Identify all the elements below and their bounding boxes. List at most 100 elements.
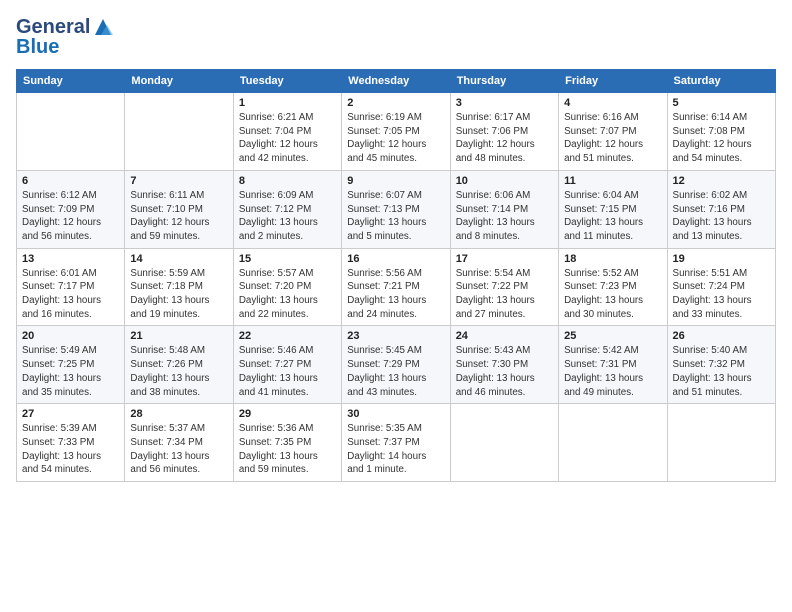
day-number: 30 bbox=[347, 408, 444, 420]
day-number: 9 bbox=[347, 175, 444, 187]
calendar-cell: 30 Sunrise: 5:35 AM Sunset: 7:37 PM Dayli… bbox=[342, 404, 450, 482]
calendar-cell: 12 Sunrise: 6:02 AM Sunset: 7:16 PM Dayli… bbox=[667, 170, 775, 248]
day-info: Sunrise: 5:48 AM Sunset: 7:26 PM Dayligh… bbox=[130, 344, 227, 399]
calendar-cell: 17 Sunrise: 5:54 AM Sunset: 7:22 PM Dayli… bbox=[450, 248, 558, 326]
calendar-week-5: 27Sunrise: 5:39 AM Sunset: 7:33 PM Dayli… bbox=[17, 404, 776, 482]
calendar-week-4: 20 Sunrise: 5:49 AM Sunset: 7:25 PM Dayli… bbox=[17, 326, 776, 404]
calendar-cell: 1 Sunrise: 6:21 AM Sunset: 7:04 PM Daylig… bbox=[233, 93, 341, 171]
calendar-cell: 28 Sunrise: 5:37 AM Sunset: 7:34 PM Dayli… bbox=[125, 404, 233, 482]
calendar-week-2: 6 Sunrise: 6:12 AM Sunset: 7:09 PM Daylig… bbox=[17, 170, 776, 248]
calendar-cell bbox=[667, 404, 775, 482]
calendar-cell: 15 Sunrise: 5:57 AM Sunset: 7:20 PM Dayli… bbox=[233, 248, 341, 326]
calendar-week-1: 1 Sunrise: 6:21 AM Sunset: 7:04 PM Daylig… bbox=[17, 93, 776, 171]
day-number: 11 bbox=[564, 175, 661, 187]
day-info: Sunrise: 5:49 AM Sunset: 7:25 PM Dayligh… bbox=[22, 344, 119, 399]
day-info: Sunrise: 6:21 AM Sunset: 7:04 PM Dayligh… bbox=[239, 111, 336, 166]
day-number: 6 bbox=[22, 175, 119, 187]
weekday-header-thursday: Thursday bbox=[450, 70, 558, 93]
day-number: 12 bbox=[673, 175, 770, 187]
page: General Blue SundayMondayTuesdayWednesda… bbox=[0, 0, 792, 612]
calendar-cell: 14 Sunrise: 5:59 AM Sunset: 7:18 PM Dayli… bbox=[125, 248, 233, 326]
day-info: Sunrise: 5:35 AM Sunset: 7:37 PM Dayligh… bbox=[347, 422, 444, 477]
day-info: Sunrise: 5:51 AM Sunset: 7:24 PM Dayligh… bbox=[673, 267, 770, 322]
logo: General Blue bbox=[16, 16, 114, 59]
calendar-cell: 9 Sunrise: 6:07 AM Sunset: 7:13 PM Daylig… bbox=[342, 170, 450, 248]
day-info: Sunrise: 6:01 AM Sunset: 7:17 PM Dayligh… bbox=[22, 267, 119, 322]
calendar-cell: 2 Sunrise: 6:19 AM Sunset: 7:05 PM Daylig… bbox=[342, 93, 450, 171]
day-number: 3 bbox=[456, 97, 553, 109]
day-number: 5 bbox=[673, 97, 770, 109]
calendar-cell: 16Sunrise: 5:56 AM Sunset: 7:21 PM Dayli… bbox=[342, 248, 450, 326]
calendar-cell: 18 Sunrise: 5:52 AM Sunset: 7:23 PM Dayli… bbox=[559, 248, 667, 326]
calendar-cell: 8Sunrise: 6:09 AM Sunset: 7:12 PM Daylig… bbox=[233, 170, 341, 248]
calendar-cell: 26Sunrise: 5:40 AM Sunset: 7:32 PM Dayli… bbox=[667, 326, 775, 404]
calendar-cell: 10 Sunrise: 6:06 AM Sunset: 7:14 PM Dayli… bbox=[450, 170, 558, 248]
day-number: 1 bbox=[239, 97, 336, 109]
day-info: Sunrise: 5:45 AM Sunset: 7:29 PM Dayligh… bbox=[347, 344, 444, 399]
day-info: Sunrise: 5:40 AM Sunset: 7:32 PM Dayligh… bbox=[673, 344, 770, 399]
day-number: 22 bbox=[239, 330, 336, 342]
calendar-cell: 27Sunrise: 5:39 AM Sunset: 7:33 PM Dayli… bbox=[17, 404, 125, 482]
day-number: 4 bbox=[564, 97, 661, 109]
day-number: 20 bbox=[22, 330, 119, 342]
day-info: Sunrise: 5:59 AM Sunset: 7:18 PM Dayligh… bbox=[130, 267, 227, 322]
calendar-cell: 20 Sunrise: 5:49 AM Sunset: 7:25 PM Dayli… bbox=[17, 326, 125, 404]
weekday-header-tuesday: Tuesday bbox=[233, 70, 341, 93]
day-info: Sunrise: 6:14 AM Sunset: 7:08 PM Dayligh… bbox=[673, 111, 770, 166]
calendar-cell bbox=[17, 93, 125, 171]
day-info: Sunrise: 6:19 AM Sunset: 7:05 PM Dayligh… bbox=[347, 111, 444, 166]
day-info: Sunrise: 5:56 AM Sunset: 7:21 PM Dayligh… bbox=[347, 267, 444, 322]
day-info: Sunrise: 5:43 AM Sunset: 7:30 PM Dayligh… bbox=[456, 344, 553, 399]
day-number: 21 bbox=[130, 330, 227, 342]
weekday-header-saturday: Saturday bbox=[667, 70, 775, 93]
day-info: Sunrise: 6:12 AM Sunset: 7:09 PM Dayligh… bbox=[22, 189, 119, 244]
day-number: 24 bbox=[456, 330, 553, 342]
day-number: 13 bbox=[22, 253, 119, 265]
day-number: 14 bbox=[130, 253, 227, 265]
calendar-cell bbox=[450, 404, 558, 482]
header: General Blue bbox=[16, 16, 776, 59]
calendar-cell: 23 Sunrise: 5:45 AM Sunset: 7:29 PM Dayli… bbox=[342, 326, 450, 404]
weekday-header-wednesday: Wednesday bbox=[342, 70, 450, 93]
calendar-cell: 22Sunrise: 5:46 AM Sunset: 7:27 PM Dayli… bbox=[233, 326, 341, 404]
day-number: 8 bbox=[239, 175, 336, 187]
day-info: Sunrise: 6:04 AM Sunset: 7:15 PM Dayligh… bbox=[564, 189, 661, 244]
logo-blue-text: Blue bbox=[16, 36, 59, 59]
day-number: 25 bbox=[564, 330, 661, 342]
day-info: Sunrise: 5:52 AM Sunset: 7:23 PM Dayligh… bbox=[564, 267, 661, 322]
day-number: 15 bbox=[239, 253, 336, 265]
logo-icon bbox=[92, 16, 114, 38]
calendar-cell: 25 Sunrise: 5:42 AM Sunset: 7:31 PM Dayli… bbox=[559, 326, 667, 404]
day-info: Sunrise: 6:17 AM Sunset: 7:06 PM Dayligh… bbox=[456, 111, 553, 166]
day-number: 18 bbox=[564, 253, 661, 265]
calendar-cell bbox=[125, 93, 233, 171]
calendar-cell: 4 Sunrise: 6:16 AM Sunset: 7:07 PM Daylig… bbox=[559, 93, 667, 171]
weekday-header-friday: Friday bbox=[559, 70, 667, 93]
calendar-cell: 6 Sunrise: 6:12 AM Sunset: 7:09 PM Daylig… bbox=[17, 170, 125, 248]
day-number: 17 bbox=[456, 253, 553, 265]
calendar-table: SundayMondayTuesdayWednesdayThursdayFrid… bbox=[16, 69, 776, 482]
logo-general-text: General bbox=[16, 17, 90, 37]
day-number: 28 bbox=[130, 408, 227, 420]
day-number: 10 bbox=[456, 175, 553, 187]
day-info: Sunrise: 6:06 AM Sunset: 7:14 PM Dayligh… bbox=[456, 189, 553, 244]
day-info: Sunrise: 5:42 AM Sunset: 7:31 PM Dayligh… bbox=[564, 344, 661, 399]
day-info: Sunrise: 5:54 AM Sunset: 7:22 PM Dayligh… bbox=[456, 267, 553, 322]
weekday-header-sunday: Sunday bbox=[17, 70, 125, 93]
day-info: Sunrise: 6:07 AM Sunset: 7:13 PM Dayligh… bbox=[347, 189, 444, 244]
calendar-cell: 7Sunrise: 6:11 AM Sunset: 7:10 PM Daylig… bbox=[125, 170, 233, 248]
weekday-header-row: SundayMondayTuesdayWednesdayThursdayFrid… bbox=[17, 70, 776, 93]
calendar-cell: 21 Sunrise: 5:48 AM Sunset: 7:26 PM Dayli… bbox=[125, 326, 233, 404]
calendar-week-3: 13 Sunrise: 6:01 AM Sunset: 7:17 PM Dayli… bbox=[17, 248, 776, 326]
day-info: Sunrise: 6:16 AM Sunset: 7:07 PM Dayligh… bbox=[564, 111, 661, 166]
day-info: Sunrise: 5:37 AM Sunset: 7:34 PM Dayligh… bbox=[130, 422, 227, 477]
day-info: Sunrise: 5:57 AM Sunset: 7:20 PM Dayligh… bbox=[239, 267, 336, 322]
day-number: 29 bbox=[239, 408, 336, 420]
calendar-cell: 5 Sunrise: 6:14 AM Sunset: 7:08 PM Daylig… bbox=[667, 93, 775, 171]
calendar-cell: 13 Sunrise: 6:01 AM Sunset: 7:17 PM Dayli… bbox=[17, 248, 125, 326]
calendar-cell: 11 Sunrise: 6:04 AM Sunset: 7:15 PM Dayli… bbox=[559, 170, 667, 248]
day-number: 23 bbox=[347, 330, 444, 342]
calendar-cell: 19Sunrise: 5:51 AM Sunset: 7:24 PM Dayli… bbox=[667, 248, 775, 326]
day-info: Sunrise: 6:02 AM Sunset: 7:16 PM Dayligh… bbox=[673, 189, 770, 244]
day-number: 2 bbox=[347, 97, 444, 109]
